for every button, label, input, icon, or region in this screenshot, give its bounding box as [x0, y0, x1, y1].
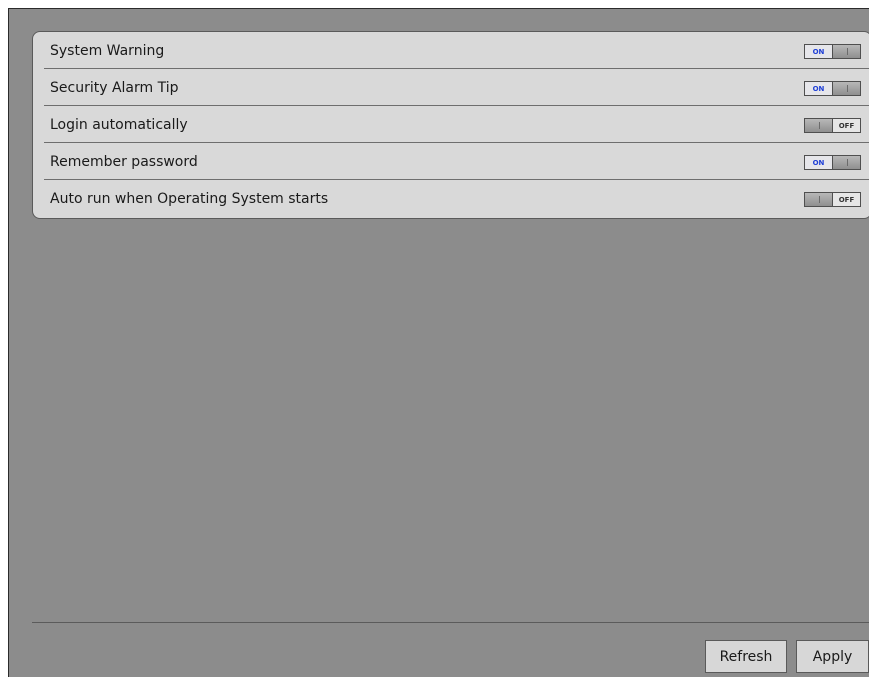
- toggle-off-text: OFF: [832, 119, 860, 132]
- setting-label: Auto run when Operating System starts: [50, 190, 329, 207]
- settings-panel: System Warning ON Security Alarm Tip ON …: [32, 31, 869, 219]
- system-warning-toggle[interactable]: ON: [804, 44, 861, 59]
- remember-password-toggle[interactable]: ON: [804, 155, 861, 170]
- toggle-on-text: ON: [805, 156, 833, 169]
- setting-row-remember-password: Remember password ON: [33, 143, 869, 180]
- auto-run-toggle[interactable]: OFF: [804, 192, 861, 207]
- setting-row-login-automatically: Login automatically OFF: [33, 106, 869, 143]
- toggle-knob: [805, 119, 832, 132]
- security-alarm-tip-toggle[interactable]: ON: [804, 81, 861, 96]
- setting-row-system-warning: System Warning ON: [33, 32, 869, 69]
- toggle-knob: [833, 156, 860, 169]
- toggle-knob: [833, 45, 860, 58]
- setting-label: System Warning: [50, 42, 165, 59]
- setting-label: Login automatically: [50, 116, 188, 133]
- apply-button[interactable]: Apply: [796, 640, 869, 673]
- footer-divider: [32, 622, 869, 623]
- toggle-off-text: OFF: [832, 193, 860, 206]
- toggle-knob: [805, 193, 832, 206]
- toggle-on-text: ON: [805, 82, 833, 95]
- toggle-on-text: ON: [805, 45, 833, 58]
- setting-label: Security Alarm Tip: [50, 79, 179, 96]
- login-automatically-toggle[interactable]: OFF: [804, 118, 861, 133]
- refresh-button[interactable]: Refresh: [705, 640, 787, 673]
- setting-row-auto-run: Auto run when Operating System starts OF…: [33, 180, 869, 217]
- toggle-knob: [833, 82, 860, 95]
- setting-label: Remember password: [50, 153, 198, 170]
- setting-row-security-alarm-tip: Security Alarm Tip ON: [33, 69, 869, 106]
